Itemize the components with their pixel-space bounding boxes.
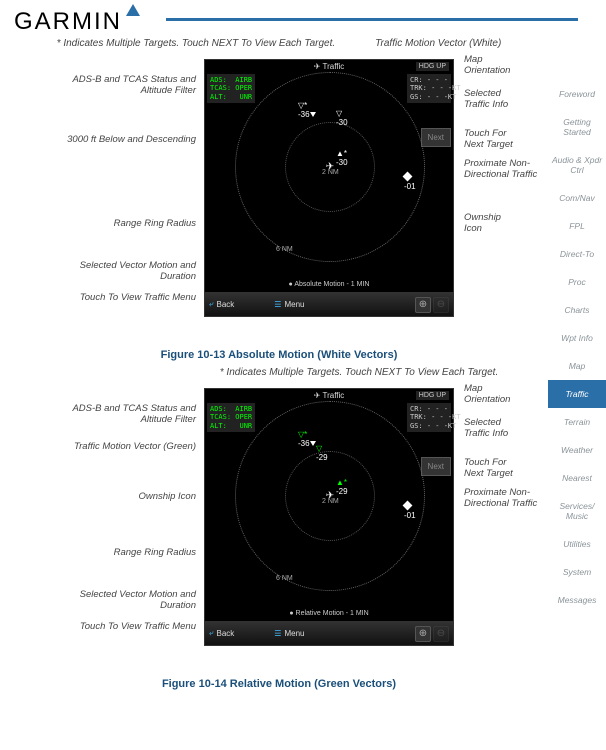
target-4[interactable]: -01 <box>404 502 424 520</box>
figure-1: ADS-B and TCAS Status and Altitude Filte… <box>44 53 514 343</box>
target-4[interactable]: -01 <box>404 173 424 191</box>
toolbar: ⤶Back ☰Menu ⊕ ⊖ <box>205 621 453 645</box>
callout-orient: Map Orientation <box>464 55 514 77</box>
callout2-prox: Proximate Non-Directional Traffic <box>464 488 544 510</box>
next-button[interactable]: Next <box>421 128 451 147</box>
nav-item-wpt-info[interactable]: Wpt Info <box>548 324 606 352</box>
traffic-info-box[interactable]: CR: - - - TRK: - - -KT GS: - - -KT <box>407 74 451 103</box>
nav-item-nearest[interactable]: Nearest <box>548 464 606 492</box>
zoom-out-button[interactable]: ⊖ <box>433 626 449 642</box>
hdg-indicator[interactable]: HDG UP <box>416 62 449 71</box>
nav-item-messages[interactable]: Messages <box>548 586 606 614</box>
nav-item-foreword[interactable]: Foreword <box>548 80 606 108</box>
nav-item-charts[interactable]: Charts <box>548 296 606 324</box>
zoom-controls: ⊕ ⊖ <box>415 626 449 642</box>
nav-item-fpl[interactable]: FPL <box>548 212 606 240</box>
brand-logo: GARMIN <box>14 8 122 36</box>
callout2-adsb: ADS-B and TCAS Status and Altitude Filte… <box>56 404 196 426</box>
range-label-inner: 2 NM <box>322 169 339 176</box>
callout-vector: Selected Vector Motion and Duration <box>56 261 196 283</box>
callout2-vec-green: Traffic Motion Vector (Green) <box>56 442 196 453</box>
screen-title: ✈ Traffic <box>314 391 345 400</box>
callout-selinfo: Selected Traffic Info <box>464 89 514 111</box>
nav-item-direct-to[interactable]: Direct-To <box>548 240 606 268</box>
callout-next: Touch For Next Target <box>464 129 514 151</box>
fig1-top-note: * Indicates Multiple Targets. Touch NEXT… <box>57 38 336 49</box>
hdg-indicator[interactable]: HDG UP <box>416 391 449 400</box>
callout2-vector: Selected Vector Motion and Duration <box>56 590 196 612</box>
fig1-vector-label: Traffic Motion Vector (White) <box>375 38 501 49</box>
nav-item-proc[interactable]: Proc <box>548 268 606 296</box>
nav-item-getting-started[interactable]: Getting Started <box>548 108 606 146</box>
nav-item-utilities[interactable]: Utilities <box>548 530 606 558</box>
fig2-top-note: * Indicates Multiple Targets. Touch NEXT… <box>174 367 544 378</box>
callout2-selinfo: Selected Traffic Info <box>464 418 514 440</box>
callout-ownship: Ownship Icon <box>464 213 514 235</box>
callout2-ownship: Ownship Icon <box>56 492 196 503</box>
target-1[interactable]: ▽*-36 <box>298 101 316 119</box>
logo-triangle-icon <box>126 4 140 16</box>
callout2-next: Touch For Next Target <box>464 458 514 480</box>
target-2[interactable]: ▽-30 <box>336 109 348 127</box>
range-label-outer: 6 NM <box>276 246 293 253</box>
callout2-menu: Touch To View Traffic Menu <box>56 622 196 633</box>
motion-status: ● Relative Motion - 1 MIN <box>289 610 368 617</box>
nav-item-com-nav[interactable]: Com/Nav <box>548 184 606 212</box>
nav-item-weather[interactable]: Weather <box>548 436 606 464</box>
nav-item-traffic[interactable]: Traffic <box>548 380 606 408</box>
callout-range: Range Ring Radius <box>56 219 196 230</box>
zoom-in-button[interactable]: ⊕ <box>415 626 431 642</box>
target-1[interactable]: ▽*-36 <box>298 430 316 448</box>
menu-button[interactable]: ☰Menu <box>274 629 304 638</box>
side-nav: ForewordGetting StartedAudio & Xpdr Ctrl… <box>548 80 606 614</box>
nav-item-terrain[interactable]: Terrain <box>548 408 606 436</box>
range-ring-outer: ✈ ▽*-36 ▽-29 ▲*-29 -01 2 NM 6 NM <box>235 401 425 591</box>
toolbar: ⤶Back ☰Menu ⊕ ⊖ <box>205 292 453 316</box>
callout-prox: Proximate Non-Directional Traffic <box>464 159 544 181</box>
range-ring-outer: ✈ ▽*-36 ▽-30 ▲*-30 -01 2 NM 6 NM <box>235 72 425 262</box>
range-label-outer: 6 NM <box>276 575 293 582</box>
nav-item-system[interactable]: System <box>548 558 606 586</box>
status-filter-box[interactable]: ADS: AIRB TCAS: OPER ALT: UNR <box>207 403 255 432</box>
zoom-in-button[interactable]: ⊕ <box>415 297 431 313</box>
next-button[interactable]: Next <box>421 457 451 476</box>
fig1-caption: Figure 10-13 Absolute Motion (White Vect… <box>14 349 544 361</box>
callout-adsb: ADS-B and TCAS Status and Altitude Filte… <box>56 75 196 97</box>
status-filter-box[interactable]: ADS: AIRB TCAS: OPER ALT: UNR <box>207 74 255 103</box>
motion-status: ● Absolute Motion - 1 MIN <box>289 281 370 288</box>
fig2-caption: Figure 10-14 Relative Motion (Green Vect… <box>14 678 544 690</box>
menu-button[interactable]: ☰Menu <box>274 300 304 309</box>
target-3[interactable]: ▲*-30 <box>336 149 348 167</box>
callout-below: 3000 ft Below and Descending <box>56 135 196 146</box>
callout2-orient: Map Orientation <box>464 384 514 406</box>
figure-2: ADS-B and TCAS Status and Altitude Filte… <box>44 382 514 672</box>
nav-item-services-music[interactable]: Services/ Music <box>548 492 606 530</box>
zoom-out-button[interactable]: ⊖ <box>433 297 449 313</box>
header-rule <box>166 18 578 21</box>
traffic-info-box[interactable]: CR: - - - TRK: - - -KT GS: - - -KT <box>407 403 451 432</box>
target-2[interactable]: ▽-29 <box>316 444 328 462</box>
target-3[interactable]: ▲*-29 <box>336 478 348 496</box>
screen-title: ✈ Traffic <box>314 62 345 71</box>
page-header: GARMIN <box>0 0 606 36</box>
back-button[interactable]: ⤶Back <box>209 299 234 309</box>
nav-item-map[interactable]: Map <box>548 352 606 380</box>
range-label-inner: 2 NM <box>322 498 339 505</box>
back-arrow-icon: ⤶ <box>209 299 213 309</box>
back-arrow-icon: ⤶ <box>209 628 213 638</box>
traffic-display-2: ✈ Traffic HDG UP ADS: AIRB TCAS: OPER AL… <box>204 388 454 646</box>
main-content: * Indicates Multiple Targets. Touch NEXT… <box>0 36 606 690</box>
menu-icon: ☰ <box>274 300 281 309</box>
back-button[interactable]: ⤶Back <box>209 628 234 638</box>
nav-item-audio-xpdr-ctrl[interactable]: Audio & Xpdr Ctrl <box>548 146 606 184</box>
callout2-range: Range Ring Radius <box>56 548 196 559</box>
zoom-controls: ⊕ ⊖ <box>415 297 449 313</box>
callout-menu: Touch To View Traffic Menu <box>56 293 196 304</box>
traffic-display-1: ✈ Traffic HDG UP ADS: AIRB TCAS: OPER AL… <box>204 59 454 317</box>
menu-icon: ☰ <box>274 629 281 638</box>
